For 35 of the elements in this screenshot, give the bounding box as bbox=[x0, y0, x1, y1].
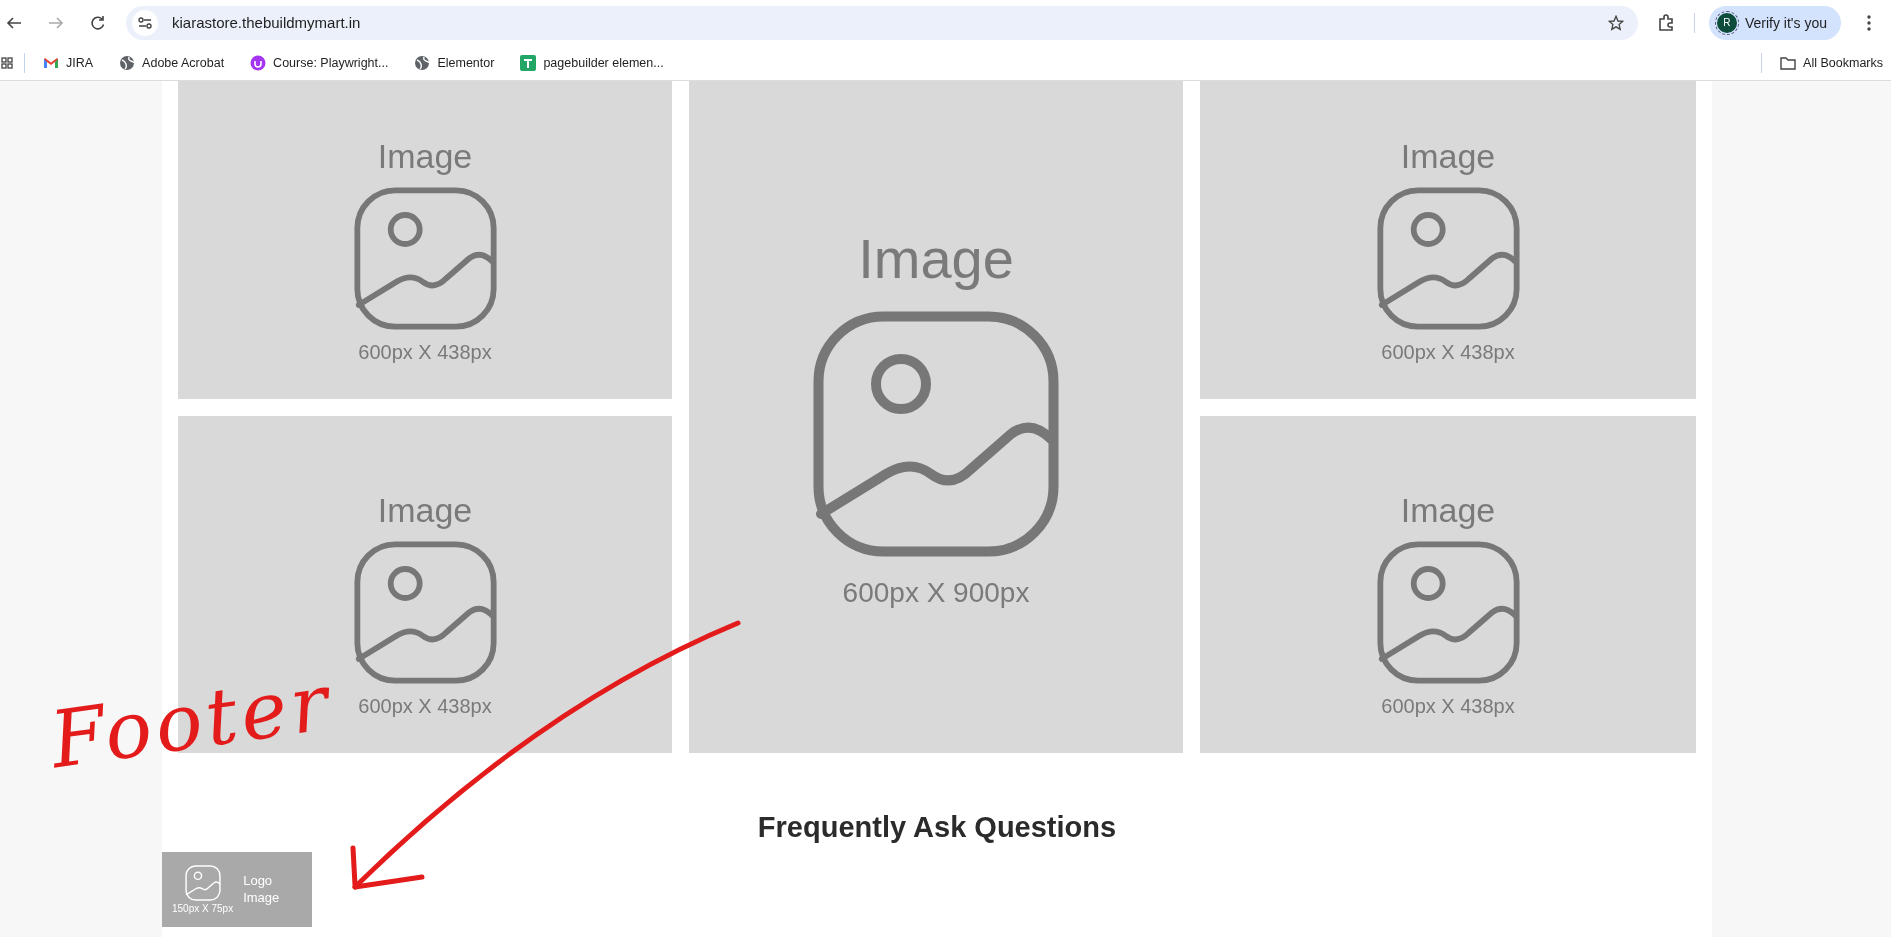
image-icon bbox=[352, 540, 498, 685]
placeholder-title: Image bbox=[377, 491, 473, 530]
image-icon bbox=[184, 865, 221, 901]
globe-icon bbox=[119, 54, 136, 71]
site-info-icon[interactable] bbox=[132, 9, 158, 36]
sheet-icon bbox=[520, 54, 537, 71]
logo-size: 150px X 75px bbox=[172, 903, 234, 914]
placeholder-size: 600px X 438px bbox=[358, 341, 492, 364]
placeholder-size: 600px X 438px bbox=[1381, 341, 1515, 364]
course-icon bbox=[250, 54, 267, 71]
bookmark-item[interactable]: Adobe Acrobat bbox=[111, 54, 233, 71]
profile-button[interactable]: R Verify it's you bbox=[1708, 5, 1841, 40]
placeholder-size: 600px X 900px bbox=[842, 576, 1030, 609]
placeholder-title: Image bbox=[1400, 491, 1496, 530]
placeholder-title: Image bbox=[377, 137, 473, 176]
address-bar[interactable]: kiarastore.thebuildmymart.in bbox=[126, 5, 1638, 40]
folder-icon bbox=[1780, 55, 1797, 70]
handwritten-annotation: Footer bbox=[45, 656, 338, 786]
placeholder-title: Image bbox=[858, 225, 1014, 291]
placeholder-size: 600px X 438px bbox=[1381, 695, 1515, 718]
logo-label: Logo Image bbox=[243, 872, 281, 907]
bookmark-item[interactable]: Course: Playwright... bbox=[242, 54, 397, 71]
placeholder-size: 600px X 438px bbox=[358, 695, 492, 718]
image-icon bbox=[1375, 186, 1521, 331]
placeholder-title: Image bbox=[1400, 137, 1496, 176]
mail-icon bbox=[43, 56, 59, 69]
bookmark-item[interactable]: Elementor bbox=[406, 54, 503, 71]
image-icon bbox=[1375, 540, 1521, 685]
image-icon bbox=[352, 186, 498, 331]
bookmark-item[interactable]: JIRA bbox=[35, 55, 102, 70]
all-bookmarks-button[interactable]: All Bookmarks bbox=[1772, 55, 1891, 70]
globe-icon bbox=[414, 54, 431, 71]
faq-heading: Frequently Ask Questions bbox=[756, 811, 1118, 844]
url-text: kiarastore.thebuildmymart.in bbox=[172, 14, 362, 31]
bookmark-item[interactable]: pagebuilder elemen... bbox=[512, 54, 672, 71]
